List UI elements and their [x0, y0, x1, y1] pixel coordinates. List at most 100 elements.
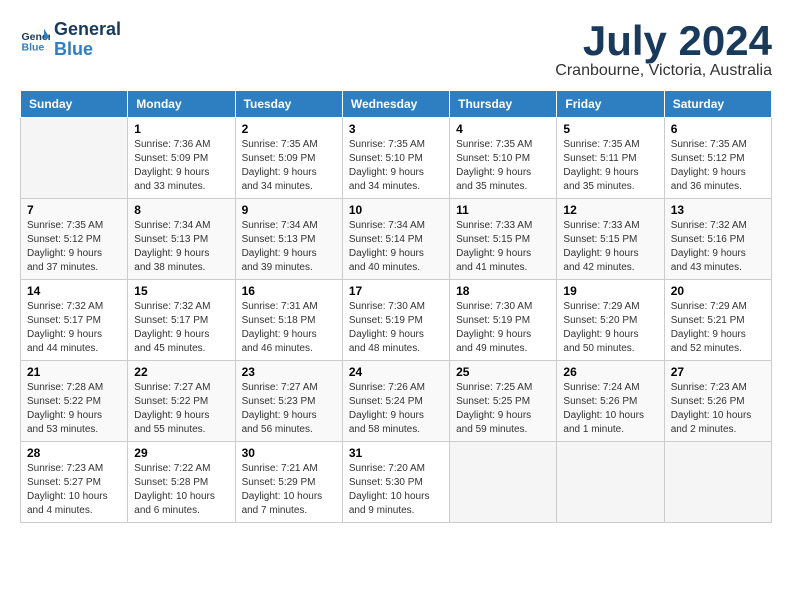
location-title: Cranbourne, Victoria, Australia	[555, 62, 772, 80]
day-number: 8	[134, 203, 228, 217]
day-number: 29	[134, 446, 228, 460]
day-info: Sunrise: 7:35 AMSunset: 5:09 PMDaylight:…	[242, 138, 336, 194]
calendar-cell: 14 Sunrise: 7:32 AMSunset: 5:17 PMDayligh…	[21, 280, 128, 361]
title-block: July 2024 Cranbourne, Victoria, Australi…	[555, 20, 772, 80]
day-info: Sunrise: 7:33 AMSunset: 5:15 PMDaylight:…	[563, 219, 657, 275]
logo-text-general: General	[54, 20, 121, 40]
calendar-cell: 19Sunrise: 7:29 AMSunset: 5:20 PMDayligh…	[557, 280, 664, 361]
day-number: 13	[671, 203, 765, 217]
calendar-cell: 3 Sunrise: 7:35 AMSunset: 5:10 PMDaylight…	[342, 118, 449, 199]
week-row-5: 28Sunrise: 7:23 AMSunset: 5:27 PMDayligh…	[21, 442, 772, 523]
logo-icon: General Blue	[20, 25, 50, 55]
header-thursday: Thursday	[450, 91, 557, 118]
calendar-cell: 11 Sunrise: 7:33 AMSunset: 5:15 PMDayligh…	[450, 199, 557, 280]
week-row-4: 21Sunrise: 7:28 AMSunset: 5:22 PMDayligh…	[21, 361, 772, 442]
header-monday: Monday	[128, 91, 235, 118]
day-info: Sunrise: 7:36 AMSunset: 5:09 PMDaylight:…	[134, 138, 228, 194]
calendar-cell: 20Sunrise: 7:29 AMSunset: 5:21 PMDayligh…	[664, 280, 771, 361]
day-info: Sunrise: 7:34 AMSunset: 5:13 PMDaylight:…	[134, 219, 228, 275]
calendar-body: 1 Sunrise: 7:36 AMSunset: 5:09 PMDaylight…	[21, 118, 772, 523]
day-number: 30	[242, 446, 336, 460]
day-number: 18	[456, 284, 550, 298]
calendar-cell: 17 Sunrise: 7:30 AMSunset: 5:19 PMDayligh…	[342, 280, 449, 361]
header-saturday: Saturday	[664, 91, 771, 118]
day-number: 15	[134, 284, 228, 298]
header-tuesday: Tuesday	[235, 91, 342, 118]
day-info: Sunrise: 7:30 AMSunset: 5:19 PMDaylight:…	[456, 300, 550, 356]
calendar-cell: 7 Sunrise: 7:35 AMSunset: 5:12 PMDaylight…	[21, 199, 128, 280]
day-info: Sunrise: 7:32 AMSunset: 5:16 PMDaylight:…	[671, 219, 765, 275]
day-number: 23	[242, 365, 336, 379]
day-info: Sunrise: 7:34 AMSunset: 5:14 PMDaylight:…	[349, 219, 443, 275]
calendar-header-row: SundayMondayTuesdayWednesdayThursdayFrid…	[21, 91, 772, 118]
day-info: Sunrise: 7:20 AMSunset: 5:30 PMDaylight:…	[349, 462, 443, 518]
calendar-cell: 2 Sunrise: 7:35 AMSunset: 5:09 PMDaylight…	[235, 118, 342, 199]
calendar-cell: 8 Sunrise: 7:34 AMSunset: 5:13 PMDaylight…	[128, 199, 235, 280]
day-info: Sunrise: 7:21 AMSunset: 5:29 PMDaylight:…	[242, 462, 336, 518]
header-friday: Friday	[557, 91, 664, 118]
day-info: Sunrise: 7:29 AMSunset: 5:21 PMDaylight:…	[671, 300, 765, 356]
day-info: Sunrise: 7:33 AMSunset: 5:15 PMDaylight:…	[456, 219, 550, 275]
day-number: 16	[242, 284, 336, 298]
day-number: 2	[242, 122, 336, 136]
day-info: Sunrise: 7:29 AMSunset: 5:20 PMDaylight:…	[563, 300, 657, 356]
calendar-cell: 23 Sunrise: 7:27 AMSunset: 5:23 PMDayligh…	[235, 361, 342, 442]
day-info: Sunrise: 7:27 AMSunset: 5:23 PMDaylight:…	[242, 381, 336, 437]
day-info: Sunrise: 7:35 AMSunset: 5:11 PMDaylight:…	[563, 138, 657, 194]
day-info: Sunrise: 7:24 AMSunset: 5:26 PMDaylight:…	[563, 381, 657, 437]
day-info: Sunrise: 7:35 AMSunset: 5:12 PMDaylight:…	[671, 138, 765, 194]
calendar-cell: 10 Sunrise: 7:34 AMSunset: 5:14 PMDayligh…	[342, 199, 449, 280]
calendar-cell: 21Sunrise: 7:28 AMSunset: 5:22 PMDayligh…	[21, 361, 128, 442]
header-sunday: Sunday	[21, 91, 128, 118]
calendar-cell	[664, 442, 771, 523]
calendar-cell: 5Sunrise: 7:35 AMSunset: 5:11 PMDaylight…	[557, 118, 664, 199]
day-number: 27	[671, 365, 765, 379]
calendar-table: SundayMondayTuesdayWednesdayThursdayFrid…	[20, 90, 772, 523]
calendar-cell: 9 Sunrise: 7:34 AMSunset: 5:13 PMDaylight…	[235, 199, 342, 280]
calendar-cell: 22 Sunrise: 7:27 AMSunset: 5:22 PMDayligh…	[128, 361, 235, 442]
day-number: 26	[563, 365, 657, 379]
day-number: 11	[456, 203, 550, 217]
day-number: 31	[349, 446, 443, 460]
logo-text-blue: Blue	[54, 40, 121, 60]
calendar-cell	[450, 442, 557, 523]
calendar-cell: 4 Sunrise: 7:35 AMSunset: 5:10 PMDaylight…	[450, 118, 557, 199]
day-info: Sunrise: 7:22 AMSunset: 5:28 PMDaylight:…	[134, 462, 228, 518]
day-info: Sunrise: 7:30 AMSunset: 5:19 PMDaylight:…	[349, 300, 443, 356]
day-number: 17	[349, 284, 443, 298]
calendar-cell	[557, 442, 664, 523]
calendar-cell: 31 Sunrise: 7:20 AMSunset: 5:30 PMDayligh…	[342, 442, 449, 523]
day-info: Sunrise: 7:35 AMSunset: 5:12 PMDaylight:…	[27, 219, 121, 275]
day-info: Sunrise: 7:34 AMSunset: 5:13 PMDaylight:…	[242, 219, 336, 275]
day-number: 9	[242, 203, 336, 217]
day-number: 22	[134, 365, 228, 379]
day-number: 10	[349, 203, 443, 217]
week-row-2: 7 Sunrise: 7:35 AMSunset: 5:12 PMDaylight…	[21, 199, 772, 280]
day-info: Sunrise: 7:35 AMSunset: 5:10 PMDaylight:…	[456, 138, 550, 194]
day-info: Sunrise: 7:31 AMSunset: 5:18 PMDaylight:…	[242, 300, 336, 356]
header-wednesday: Wednesday	[342, 91, 449, 118]
calendar-cell: 27Sunrise: 7:23 AMSunset: 5:26 PMDayligh…	[664, 361, 771, 442]
logo: General Blue General Blue	[20, 20, 121, 60]
calendar-cell: 15Sunrise: 7:32 AMSunset: 5:17 PMDayligh…	[128, 280, 235, 361]
day-info: Sunrise: 7:35 AMSunset: 5:10 PMDaylight:…	[349, 138, 443, 194]
week-row-1: 1 Sunrise: 7:36 AMSunset: 5:09 PMDaylight…	[21, 118, 772, 199]
calendar-cell: 28Sunrise: 7:23 AMSunset: 5:27 PMDayligh…	[21, 442, 128, 523]
calendar-cell: 16 Sunrise: 7:31 AMSunset: 5:18 PMDayligh…	[235, 280, 342, 361]
day-number: 14	[27, 284, 121, 298]
day-number: 3	[349, 122, 443, 136]
calendar-cell: 1 Sunrise: 7:36 AMSunset: 5:09 PMDaylight…	[128, 118, 235, 199]
week-row-3: 14 Sunrise: 7:32 AMSunset: 5:17 PMDayligh…	[21, 280, 772, 361]
day-number: 12	[563, 203, 657, 217]
day-number: 1	[134, 122, 228, 136]
page-header: General Blue General Blue July 2024 Cran…	[20, 20, 772, 80]
day-info: Sunrise: 7:25 AMSunset: 5:25 PMDaylight:…	[456, 381, 550, 437]
day-number: 25	[456, 365, 550, 379]
day-number: 4	[456, 122, 550, 136]
day-number: 7	[27, 203, 121, 217]
calendar-cell	[21, 118, 128, 199]
day-number: 28	[27, 446, 121, 460]
day-info: Sunrise: 7:27 AMSunset: 5:22 PMDaylight:…	[134, 381, 228, 437]
day-number: 6	[671, 122, 765, 136]
day-info: Sunrise: 7:32 AMSunset: 5:17 PMDaylight:…	[27, 300, 121, 356]
